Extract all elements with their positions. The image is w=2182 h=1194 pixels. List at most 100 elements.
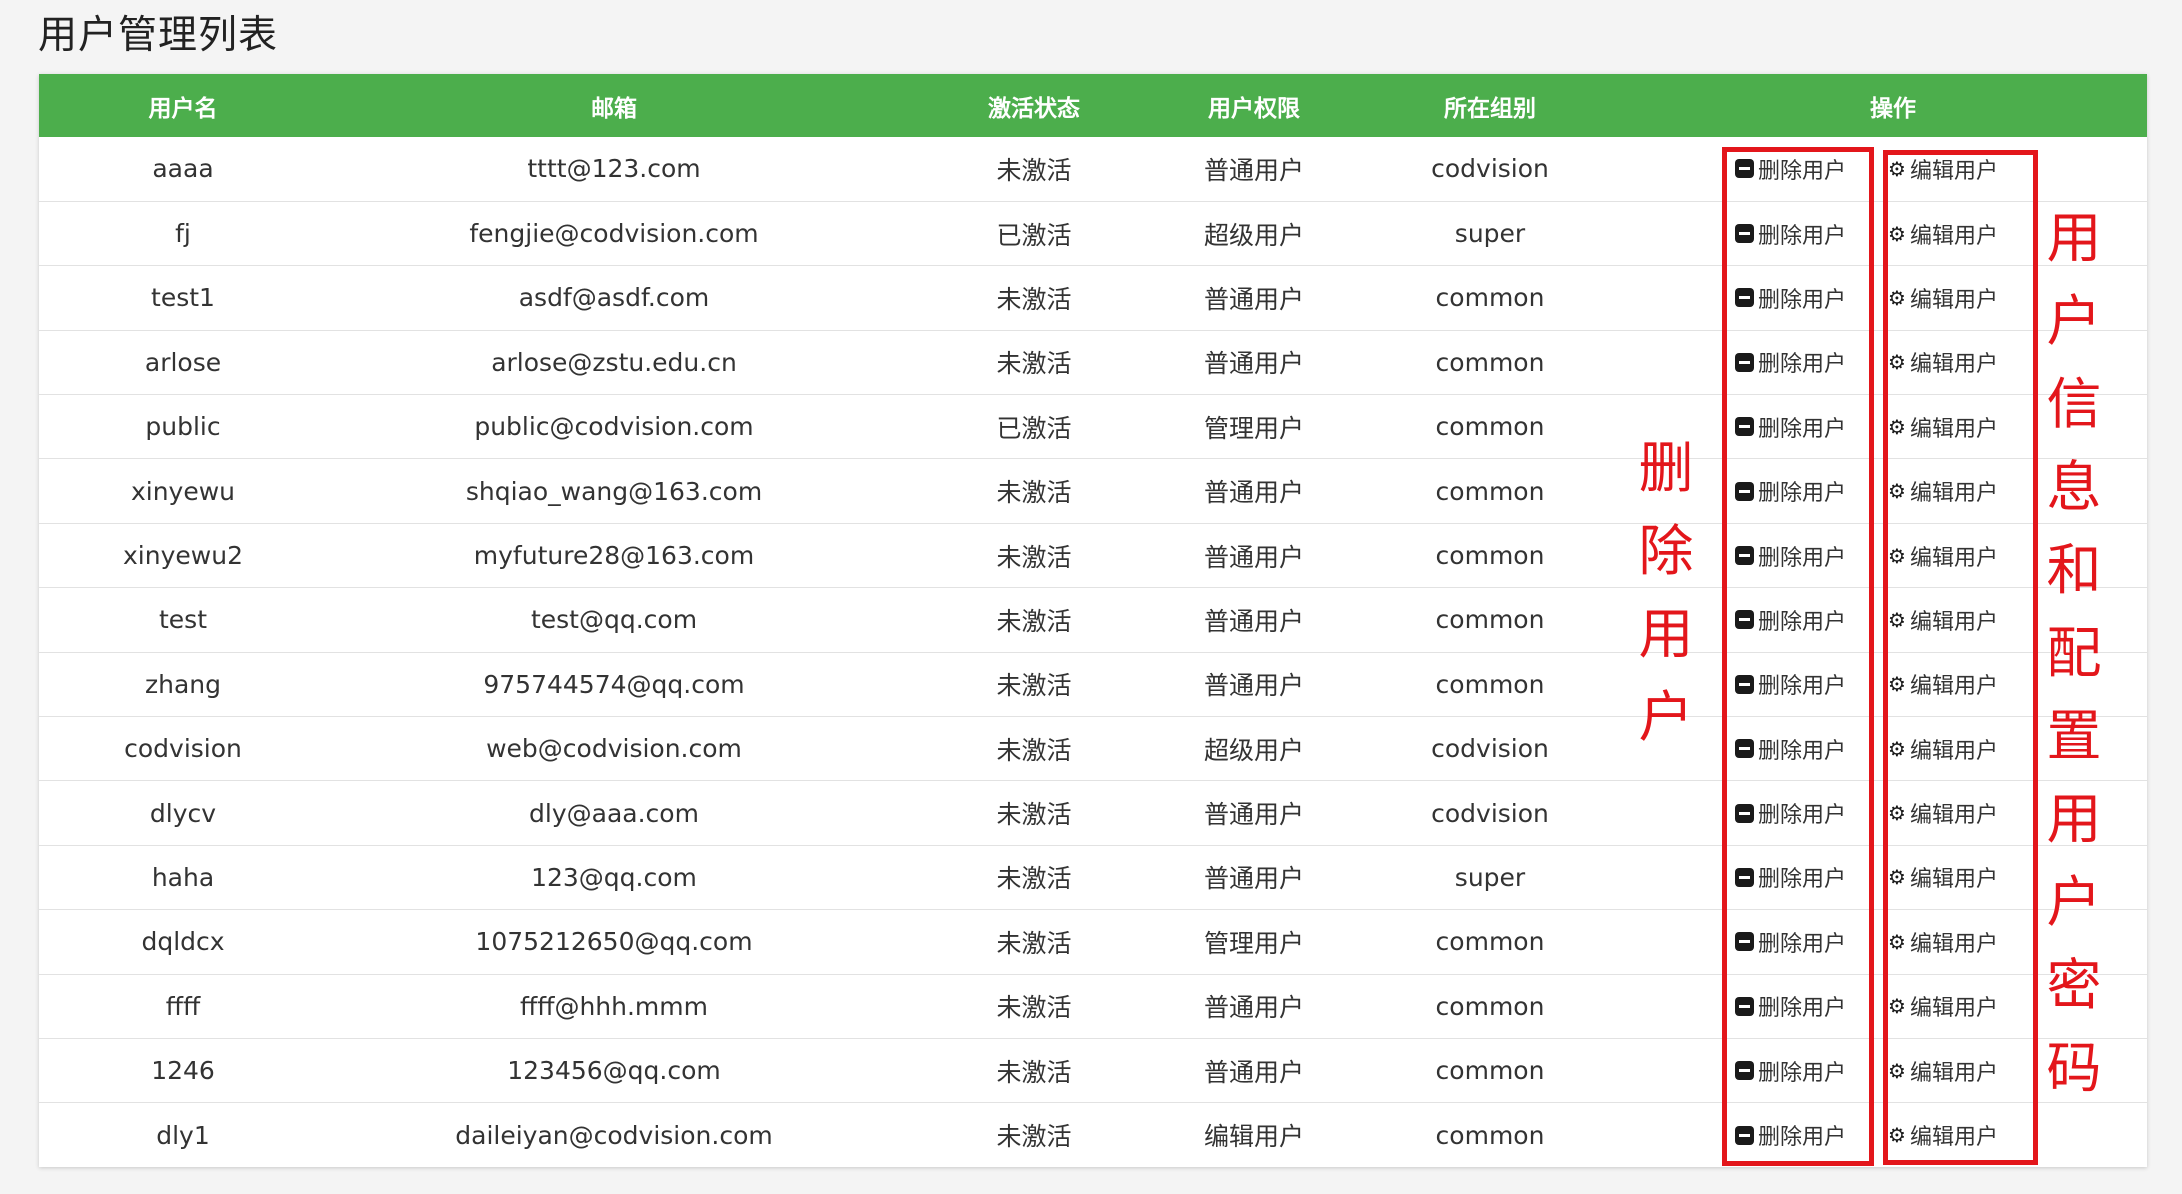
cell-username: zhang: [144, 669, 221, 699]
edit-user-button[interactable]: ⚙ 编辑用户: [1888, 1119, 1998, 1151]
cell-username: ffff: [165, 991, 201, 1021]
delete-user-label: 删除用户: [1758, 867, 1847, 893]
cell-username: 1246: [151, 1056, 215, 1086]
delete-user-button[interactable]: 删除用户: [1735, 475, 1846, 507]
delete-user-button[interactable]: 删除用户: [1735, 668, 1846, 700]
delete-user-button[interactable]: 删除用户: [1735, 1119, 1846, 1151]
delete-user-button[interactable]: 删除用户: [1735, 346, 1846, 378]
delete-user-button[interactable]: 删除用户: [1735, 926, 1846, 958]
edit-user-button[interactable]: ⚙ 编辑用户: [1888, 475, 1998, 507]
edit-user-button[interactable]: ⚙ 编辑用户: [1888, 153, 1998, 185]
cell-group: common: [1435, 605, 1545, 635]
gear-icon: ⚙: [1888, 1058, 1906, 1083]
gear-icon: ⚙: [1888, 285, 1906, 310]
cell-role: 编辑用户: [1203, 1122, 1304, 1152]
delete-user-label: 删除用户: [1758, 609, 1847, 635]
minus-square-icon: [1735, 610, 1754, 630]
delete-user-button[interactable]: 删除用户: [1735, 411, 1846, 443]
gear-icon: ⚙: [1888, 479, 1906, 504]
cell-group: common: [1435, 669, 1545, 699]
delete-user-button[interactable]: 删除用户: [1735, 733, 1846, 765]
edit-user-label: 编辑用户: [1909, 287, 1998, 313]
cell-actions: 删除用户 ⚙ 编辑用户: [1639, 1103, 2147, 1167]
edit-user-label: 编辑用户: [1909, 1125, 1998, 1151]
cell-group: super: [1454, 219, 1526, 249]
delete-user-label: 删除用户: [1758, 223, 1847, 249]
cell-group: common: [1435, 991, 1545, 1021]
cell-status: 已激活: [996, 220, 1072, 250]
cell-status: 未激活: [996, 800, 1072, 830]
cell-status: 未激活: [996, 864, 1072, 894]
edit-user-button[interactable]: ⚙ 编辑用户: [1888, 282, 1998, 314]
edit-user-label: 编辑用户: [1909, 867, 1998, 893]
cell-username: xinyewu2: [123, 541, 243, 571]
cell-group: common: [1435, 1056, 1545, 1086]
table-row: xinyewu2 myfuture28@163.com 未激活 普通用户 common 删…: [39, 523, 2147, 588]
delete-user-label: 删除用户: [1758, 287, 1847, 313]
edit-user-button[interactable]: ⚙ 编辑用户: [1888, 797, 1998, 829]
delete-user-button[interactable]: 删除用户: [1735, 861, 1846, 893]
cell-status: 未激活: [996, 478, 1072, 508]
edit-user-label: 编辑用户: [1909, 1060, 1998, 1086]
minus-square-icon: [1735, 224, 1754, 244]
cell-email: 975744574@qq.com: [483, 669, 745, 699]
table-row: dly1 daileiyan@codvision.com 未激活 编辑用户 common…: [39, 1103, 2147, 1167]
delete-user-button[interactable]: 删除用户: [1735, 797, 1846, 829]
cell-username: public: [145, 412, 221, 442]
minus-square-icon: [1735, 159, 1754, 179]
cell-username: dqldcx: [141, 927, 225, 957]
cell-status: 已激活: [996, 413, 1072, 443]
table-row: test1 asdf@asdf.com 未激活 普通用户 common 删除用户 ⚙ 编辑用户: [39, 266, 2147, 331]
edit-user-button[interactable]: ⚙ 编辑用户: [1888, 411, 1998, 443]
cell-status: 未激活: [996, 155, 1072, 185]
edit-user-button[interactable]: ⚙ 编辑用户: [1888, 604, 1998, 636]
cell-email: test@qq.com: [530, 605, 698, 635]
header-role: 用户权限: [1208, 95, 1300, 122]
table-row: codvision web@codvision.com 未激活 超级用户 codvisi…: [39, 717, 2147, 781]
edit-user-label: 编辑用户: [1909, 738, 1998, 764]
edit-user-button[interactable]: ⚙ 编辑用户: [1888, 346, 1998, 378]
user-table: 用户名 邮箱 激活状态 用户权限 所在组别 操作 aaaa tttt@123.co…: [39, 74, 2147, 1167]
minus-square-icon: [1735, 739, 1754, 759]
delete-user-button[interactable]: 删除用户: [1735, 540, 1846, 572]
cell-role: 普通用户: [1203, 284, 1304, 314]
gear-icon: ⚙: [1888, 350, 1906, 375]
delete-user-button[interactable]: 删除用户: [1735, 990, 1846, 1022]
cell-status: 未激活: [996, 542, 1072, 572]
delete-user-button[interactable]: 删除用户: [1735, 153, 1846, 185]
edit-user-button[interactable]: ⚙ 编辑用户: [1888, 926, 1998, 958]
edit-user-label: 编辑用户: [1909, 352, 1998, 378]
cell-email: 123456@qq.com: [507, 1056, 721, 1086]
edit-user-label: 编辑用户: [1909, 158, 1998, 184]
table-body: aaaa tttt@123.com 未激活 普通用户 codvision 删除用户 ⚙ 编辑用…: [39, 137, 2147, 1167]
edit-user-label: 编辑用户: [1909, 674, 1998, 700]
delete-user-button[interactable]: 删除用户: [1735, 282, 1846, 314]
minus-square-icon: [1735, 932, 1754, 952]
cell-email: fengjie@codvision.com: [469, 219, 759, 249]
minus-square-icon: [1735, 352, 1754, 372]
edit-user-button[interactable]: ⚙ 编辑用户: [1888, 861, 1998, 893]
header-status: 激活状态: [988, 95, 1080, 122]
edit-user-label: 编辑用户: [1909, 223, 1998, 249]
delete-user-label: 删除用户: [1758, 674, 1847, 700]
table-row: arlose arlose@zstu.edu.cn 未激活 普通用户 common 删除用…: [39, 330, 2147, 395]
delete-user-button[interactable]: 删除用户: [1735, 218, 1846, 250]
delete-user-button[interactable]: 删除用户: [1735, 1055, 1846, 1087]
delete-user-label: 删除用户: [1758, 352, 1847, 378]
edit-user-button[interactable]: ⚙ 编辑用户: [1888, 668, 1998, 700]
edit-user-button[interactable]: ⚙ 编辑用户: [1888, 1055, 1998, 1087]
edit-user-button[interactable]: ⚙ 编辑用户: [1888, 990, 1998, 1022]
cell-email: 123@qq.com: [531, 862, 697, 892]
edit-user-label: 编辑用户: [1909, 931, 1998, 957]
gear-icon: ⚙: [1888, 736, 1906, 761]
cell-username: dly1: [156, 1120, 210, 1150]
minus-square-icon: [1735, 674, 1754, 694]
table-row: 1246 123456@qq.com 未激活 普通用户 common 删除用户 ⚙ 编辑用户: [39, 1038, 2147, 1103]
table-row: zhang 975744574@qq.com 未激活 普通用户 common 删除用户 ⚙ 编…: [39, 652, 2147, 717]
delete-user-label: 删除用户: [1758, 996, 1847, 1022]
cell-group: common: [1435, 476, 1545, 506]
edit-user-button[interactable]: ⚙ 编辑用户: [1888, 540, 1998, 572]
edit-user-button[interactable]: ⚙ 编辑用户: [1888, 218, 1998, 250]
edit-user-button[interactable]: ⚙ 编辑用户: [1888, 733, 1998, 765]
delete-user-button[interactable]: 删除用户: [1735, 604, 1846, 636]
